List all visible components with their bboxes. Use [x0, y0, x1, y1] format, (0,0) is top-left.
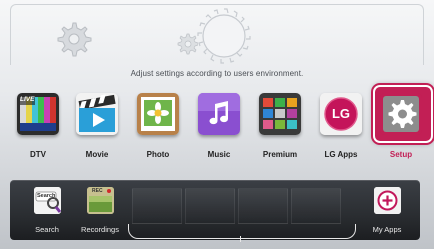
- premium-grid-icon: [259, 93, 301, 135]
- app-premium[interactable]: Premium: [253, 86, 307, 166]
- apps-bar: LIVE DTV Movie Photo Music Premium LG LG…: [0, 85, 434, 166]
- app-label: Setup: [389, 150, 413, 159]
- music-note-icon: [198, 93, 240, 135]
- empty-app-slot[interactable]: [291, 188, 341, 224]
- app-lg-apps[interactable]: LG LG Apps: [314, 86, 368, 166]
- photo-flower-icon: [137, 93, 179, 135]
- dock-my-apps[interactable]: My Apps: [367, 187, 407, 235]
- search-icon: Search: [34, 187, 61, 214]
- app-dtv[interactable]: LIVE DTV: [11, 86, 65, 166]
- empty-app-slot[interactable]: [132, 188, 182, 224]
- search-icon-text: Search: [37, 193, 56, 199]
- app-photo[interactable]: Photo: [131, 86, 185, 166]
- app-movie[interactable]: Movie: [70, 86, 124, 166]
- gear-icon: [53, 19, 93, 59]
- app-label: Photo: [146, 150, 170, 159]
- gear-icon: [380, 93, 422, 135]
- dock-recordings[interactable]: REC Recordings: [80, 187, 120, 235]
- empty-app-slot[interactable]: [185, 188, 235, 224]
- app-label: Movie: [85, 150, 109, 159]
- dock-label: Recordings: [81, 225, 119, 234]
- slot-bracket: [128, 224, 356, 239]
- app-label: Music: [207, 150, 231, 159]
- lg-logo-text: LG: [331, 106, 351, 121]
- plus-icon: [374, 187, 401, 214]
- app-label: LG Apps: [324, 150, 358, 159]
- app-label: Premium: [262, 150, 298, 159]
- slot-bracket-tick: [240, 236, 241, 242]
- settings-description: Adjust settings according to users envir…: [130, 69, 304, 78]
- recordings-icon: REC: [87, 187, 114, 214]
- lg-logo-icon: LG: [320, 93, 362, 135]
- rec-badge: REC: [92, 188, 103, 194]
- live-badge: LIVE: [20, 96, 35, 103]
- app-music[interactable]: Music: [192, 86, 246, 166]
- dock-label: My Apps: [372, 225, 402, 234]
- home-screen: Adjust settings according to users envir…: [0, 0, 434, 249]
- dock-label: Search: [35, 225, 59, 234]
- dock-search[interactable]: Search Search: [27, 187, 67, 235]
- app-label: DTV: [30, 150, 46, 159]
- tv-test-pattern-icon: LIVE: [17, 93, 59, 135]
- gear-icon: [194, 6, 254, 66]
- app-setup[interactable]: Setup: [373, 85, 433, 166]
- empty-app-slot[interactable]: [238, 188, 288, 224]
- movie-clapper-icon: [76, 93, 118, 135]
